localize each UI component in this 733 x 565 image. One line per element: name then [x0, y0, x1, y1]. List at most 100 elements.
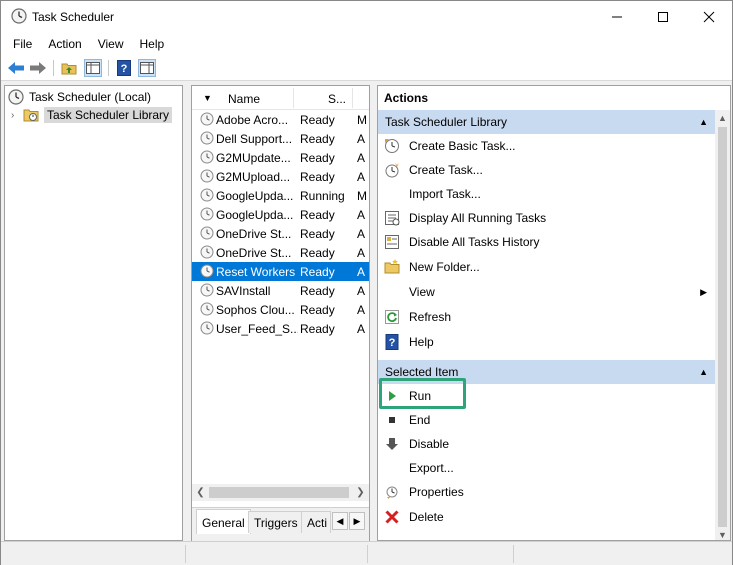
- action-create-task[interactable]: Create Task...: [378, 158, 715, 182]
- table-row[interactable]: Adobe Acro... Ready M: [192, 110, 369, 129]
- tab-actions[interactable]: Acti: [301, 511, 331, 533]
- task-list-pane: ▼ Name S... Adobe Acro... Ready M Dell Supp…: [191, 85, 370, 541]
- action-import-task[interactable]: Import Task...: [378, 182, 715, 206]
- console-tree-pane: Task Scheduler (Local) › Task Scheduler …: [4, 85, 183, 541]
- history-icon: [384, 234, 400, 250]
- task-name: OneDrive St...: [216, 245, 292, 260]
- scroll-left-icon[interactable]: ❮: [192, 484, 209, 501]
- task-clock-icon: [200, 150, 214, 164]
- chevron-right-icon[interactable]: ›: [11, 110, 23, 121]
- scroll-thumb[interactable]: [209, 487, 349, 498]
- table-row[interactable]: GoogleUpda... Running M: [192, 186, 369, 205]
- list-header: ▼ Name S...: [192, 86, 369, 110]
- task-name: SAVInstall: [216, 283, 271, 298]
- maximize-icon: [658, 12, 668, 22]
- task-clock-icon: [200, 131, 214, 145]
- tab-scroll-right-button[interactable]: ▶: [349, 512, 365, 530]
- task-name: Adobe Acro...: [216, 112, 289, 127]
- task-triggers: A: [357, 245, 366, 260]
- collapse-caret-icon[interactable]: ▲: [699, 360, 708, 384]
- task-status: Ready: [300, 321, 335, 336]
- action-properties[interactable]: Properties: [378, 480, 715, 504]
- collapse-caret-icon[interactable]: ▲: [699, 110, 708, 134]
- tab-scroll-left-button[interactable]: ◀: [332, 512, 348, 530]
- table-row[interactable]: G2MUpload... Ready A: [192, 167, 369, 186]
- task-triggers: A: [357, 321, 366, 336]
- table-row[interactable]: OneDrive St... Ready A: [192, 243, 369, 262]
- action-label: Delete: [409, 510, 444, 524]
- window-title: Task Scheduler: [32, 10, 115, 24]
- menu-bar: File Action View Help: [1, 33, 732, 55]
- action-help[interactable]: ? Help: [378, 330, 715, 354]
- action-disable[interactable]: Disable: [378, 432, 715, 456]
- action-display-all-running-tasks[interactable]: Display All Running Tasks: [378, 206, 715, 230]
- close-button[interactable]: [686, 1, 732, 33]
- table-row[interactable]: Reset Workers Ready A: [192, 262, 369, 281]
- task-triggers: M: [357, 112, 367, 127]
- help-toolbar-button[interactable]: ?: [115, 59, 133, 77]
- menu-view[interactable]: View: [90, 33, 132, 55]
- tab-triggers[interactable]: Triggers: [248, 511, 304, 533]
- table-row[interactable]: Dell Support... Ready A: [192, 129, 369, 148]
- table-row[interactable]: User_Feed_S... Ready A: [192, 319, 369, 338]
- task-status: Ready: [300, 169, 335, 184]
- scroll-thumb[interactable]: [718, 127, 727, 527]
- table-row[interactable]: OneDrive St... Ready A: [192, 224, 369, 243]
- scroll-down-icon[interactable]: ▼: [715, 527, 730, 540]
- minimize-button[interactable]: [594, 1, 640, 33]
- status-bar-divider: [185, 545, 186, 563]
- action-view[interactable]: View ▶: [378, 280, 715, 304]
- task-status: Ready: [300, 283, 335, 298]
- tree-item-task-scheduler-local[interactable]: Task Scheduler (Local): [8, 88, 151, 106]
- task-status: Ready: [300, 302, 335, 317]
- task-name: OneDrive St...: [216, 226, 292, 241]
- action-label: End: [409, 413, 431, 427]
- horizontal-scrollbar[interactable]: ❮ ❯: [192, 484, 369, 501]
- action-label: Display All Running Tasks: [409, 211, 547, 225]
- column-separator[interactable]: [352, 88, 353, 108]
- column-header-name[interactable]: Name: [228, 86, 260, 110]
- action-create-basic-task[interactable]: Create Basic Task...: [378, 134, 715, 158]
- action-disable-all-tasks-history[interactable]: Disable All Tasks History: [378, 230, 715, 254]
- new-folder-icon: [384, 259, 400, 275]
- task-scheduler-app-icon: [11, 8, 27, 24]
- scroll-up-icon[interactable]: ▲: [715, 110, 730, 125]
- running-tasks-icon: [384, 210, 400, 226]
- menu-action[interactable]: Action: [40, 33, 89, 55]
- back-button[interactable]: [7, 59, 25, 77]
- action-end[interactable]: End: [378, 408, 715, 432]
- table-row[interactable]: G2MUpdate... Ready A: [192, 148, 369, 167]
- menu-help[interactable]: Help: [132, 33, 173, 55]
- menu-file[interactable]: File: [5, 33, 40, 55]
- toolbar: ?: [1, 55, 732, 81]
- maximize-button[interactable]: [640, 1, 686, 33]
- title-bar: Task Scheduler: [1, 1, 732, 33]
- task-clock-icon: [200, 112, 214, 126]
- toolbar-separator: [53, 60, 54, 76]
- tab-general[interactable]: General: [196, 509, 251, 534]
- group-header-task-scheduler-library[interactable]: Task Scheduler Library ▲: [378, 110, 715, 134]
- action-new-folder[interactable]: New Folder...: [378, 255, 715, 279]
- task-triggers: A: [357, 131, 366, 146]
- scroll-right-icon[interactable]: ❯: [352, 484, 369, 501]
- table-row[interactable]: GoogleUpda... Ready A: [192, 205, 369, 224]
- column-separator[interactable]: [293, 88, 294, 108]
- submenu-arrow-icon: ▶: [700, 286, 707, 297]
- action-refresh[interactable]: Refresh: [378, 305, 715, 329]
- column-header-status[interactable]: S...: [328, 86, 346, 110]
- console-tree-icon: [86, 62, 100, 74]
- action-label: Refresh: [409, 310, 452, 324]
- vertical-scrollbar[interactable]: ▲ ▼: [715, 110, 730, 540]
- show-hide-console-tree-button[interactable]: [84, 59, 102, 77]
- action-export[interactable]: Export...: [378, 456, 715, 480]
- task-details-tabs: General Triggers Acti ◀ ▶: [192, 507, 369, 541]
- up-folder-button[interactable]: [60, 59, 78, 77]
- show-hide-action-pane-button[interactable]: [138, 59, 156, 77]
- tree-item-task-scheduler-library[interactable]: › Task Scheduler Library: [11, 106, 173, 124]
- table-row[interactable]: Sophos Clou... Ready A: [192, 300, 369, 319]
- task-name: G2MUpload...: [216, 169, 291, 184]
- forward-button[interactable]: [29, 59, 47, 77]
- task-status: Running: [300, 188, 345, 203]
- action-delete[interactable]: Delete: [378, 505, 715, 529]
- table-row[interactable]: SAVInstall Ready A: [192, 281, 369, 300]
